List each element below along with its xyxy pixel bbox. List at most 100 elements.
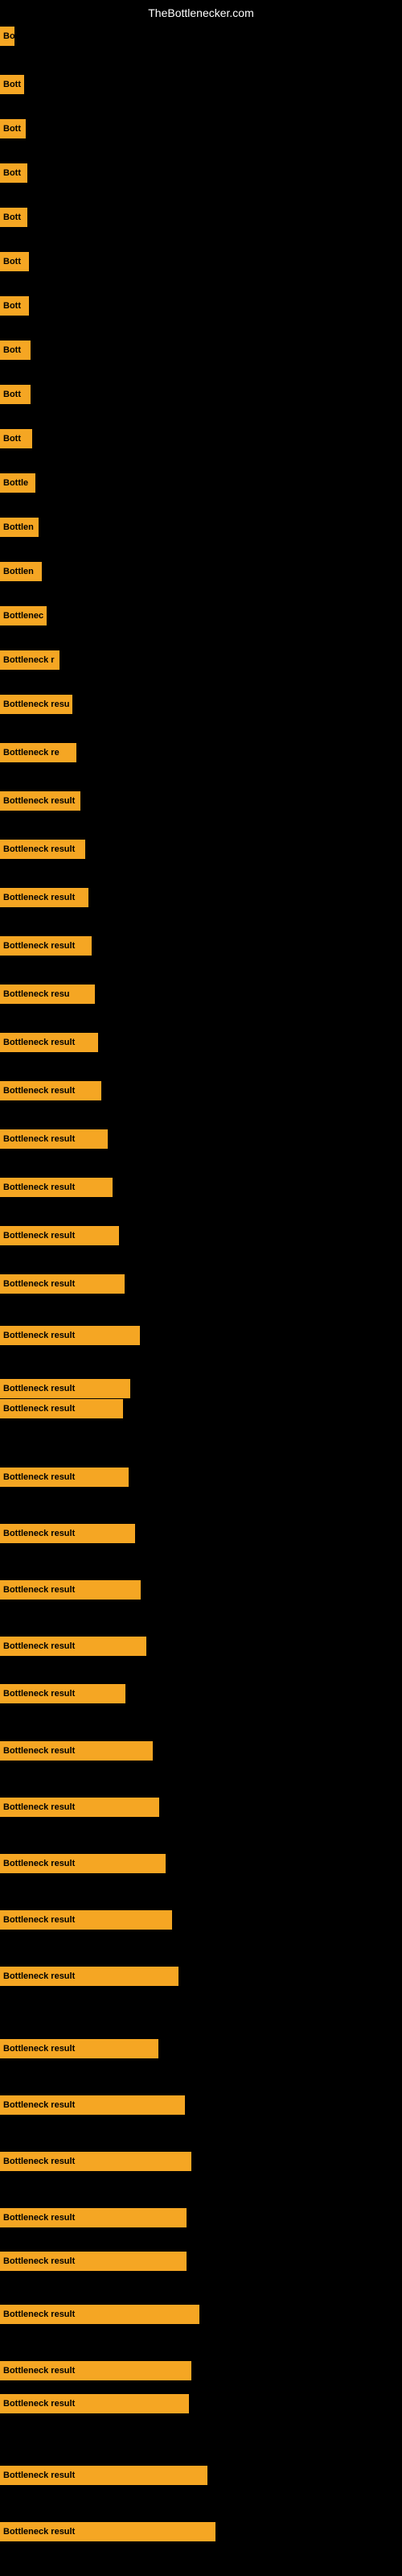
bar-label: Bottleneck result	[3, 2157, 75, 2166]
bar-label: Bottleneck result	[3, 844, 75, 854]
bottleneck-bar: Bottleneck r	[0, 650, 59, 670]
bar-row: Bott	[0, 338, 39, 362]
bar-row: Bott	[0, 382, 39, 407]
bar-row: Bottleneck result	[0, 1682, 133, 1706]
bottleneck-bar: Bott	[0, 385, 31, 404]
bottleneck-bar: Bottleneck result	[0, 1129, 108, 1149]
site-title: TheBottlenecker.com	[148, 6, 254, 19]
bar-row: Bottleneck result	[0, 886, 96, 910]
bar-label: Bottle	[3, 478, 28, 488]
bar-label: Bottleneck result	[3, 893, 75, 902]
bar-label: Bottleneck result	[3, 941, 75, 951]
bottleneck-bar: Bottleneck result	[0, 791, 80, 811]
bar-label: Bott	[3, 80, 21, 89]
bar-row: Bottleneck result	[0, 2249, 195, 2273]
bar-label: Bott	[3, 257, 21, 266]
bottleneck-bar: Bottleneck result	[0, 2208, 187, 2227]
bar-row: Bottlenec	[0, 604, 55, 628]
bottleneck-bar: Bott	[0, 429, 32, 448]
bar-label: Bottleneck result	[3, 2213, 75, 2223]
bar-row: Bottleneck re	[0, 741, 84, 765]
bar-label: Bottleneck result	[3, 1802, 75, 1812]
bar-row: Bottleneck result	[0, 1397, 131, 1421]
bar-label: Bott	[3, 301, 21, 311]
bar-row: Bottleneck result	[0, 837, 93, 861]
bar-row: Bottlen	[0, 559, 50, 584]
bottleneck-bar: Bottleneck result	[0, 2039, 158, 2058]
bottleneck-bar: Bottleneck result	[0, 1854, 166, 1873]
bar-row: Bottleneck result	[0, 2359, 199, 2383]
bar-row: Bottleneck result	[0, 2520, 224, 2544]
bar-label: Bottleneck result	[3, 2366, 75, 2376]
bottleneck-bar: Bottleneck result	[0, 1379, 130, 1398]
bar-row: Bottleneck result	[0, 1272, 133, 1296]
bar-row: Bottleneck result	[0, 2463, 215, 2487]
bottleneck-bar: Bottleneck result	[0, 1468, 129, 1487]
bar-label: Bottleneck result	[3, 1183, 75, 1192]
bar-row: Bottleneck result	[0, 1852, 174, 1876]
bar-label: Bottleneck resu	[3, 989, 70, 999]
bar-label: Bottleneck result	[3, 1384, 75, 1393]
bar-row: Bott	[0, 250, 37, 274]
bottleneck-bar: Bottleneck result	[0, 1399, 123, 1418]
bottleneck-bar: Bottleneck result	[0, 1684, 125, 1703]
bottleneck-bar: Bottlen	[0, 518, 39, 537]
bar-label: Bottleneck result	[3, 1472, 75, 1482]
bar-label: Bott	[3, 124, 21, 134]
bottleneck-bar: Bottleneck result	[0, 2522, 215, 2541]
bar-label: Bottleneck result	[3, 1404, 75, 1414]
bar-label: Bott	[3, 213, 21, 222]
bottleneck-bar: Bottleneck result	[0, 1910, 172, 1930]
bottleneck-bar: Bott	[0, 296, 29, 316]
bar-label: Bottleneck result	[3, 2527, 75, 2537]
bar-label: Bott	[3, 168, 21, 178]
bottleneck-bar: Bott	[0, 163, 27, 183]
bar-row: Bottleneck result	[0, 2037, 166, 2061]
bottleneck-bar: Bottleneck result	[0, 936, 92, 956]
bar-label: Bottleneck re	[3, 748, 59, 758]
bar-row: Bottlen	[0, 515, 47, 539]
bar-label: Bo	[3, 31, 14, 41]
bar-label: Bottleneck result	[3, 1331, 75, 1340]
bottleneck-bar: Bottleneck result	[0, 1274, 125, 1294]
bottleneck-bar: Bottleneck resu	[0, 695, 72, 714]
bottleneck-bar: Bott	[0, 75, 24, 94]
bar-row: Bottleneck result	[0, 1079, 109, 1103]
bottleneck-bar: Bottleneck result	[0, 1741, 153, 1761]
bar-label: Bottleneck result	[3, 1038, 75, 1047]
bar-row: Bottleneck resu	[0, 692, 80, 716]
bottleneck-bar: Bottleneck result	[0, 1580, 141, 1600]
bar-row: Bottle	[0, 471, 43, 495]
bar-row: Bottleneck result	[0, 1578, 149, 1602]
bottleneck-bar: Bottleneck result	[0, 1081, 101, 1100]
bar-label: Bottlen	[3, 567, 34, 576]
bar-label: Bottleneck result	[3, 1859, 75, 1868]
bar-label: Bott	[3, 345, 21, 355]
bar-label: Bottleneck result	[3, 1746, 75, 1756]
bar-row: Bottleneck result	[0, 934, 100, 958]
bottleneck-bar: Bott	[0, 252, 29, 271]
bar-label: Bottlen	[3, 522, 34, 532]
bar-row: Bottleneck result	[0, 789, 88, 813]
bottleneck-bar: Bottleneck result	[0, 2095, 185, 2115]
bar-row: Bottleneck result	[0, 1224, 127, 1248]
bar-label: Bottleneck result	[3, 2256, 75, 2266]
bar-label: Bottleneck result	[3, 1915, 75, 1925]
bar-row: Bott	[0, 161, 35, 185]
bar-label: Bottleneck result	[3, 1086, 75, 1096]
bar-label: Bottleneck result	[3, 2471, 75, 2480]
bar-row: Bott	[0, 427, 40, 451]
bottleneck-bar: Bottleneck resu	[0, 985, 95, 1004]
bottleneck-bar: Bott	[0, 208, 27, 227]
bar-row: Bottleneck result	[0, 1908, 180, 1932]
bar-label: Bottleneck result	[3, 1585, 75, 1595]
bar-row: Bott	[0, 294, 37, 318]
bar-label: Bottleneck result	[3, 2100, 75, 2110]
bottleneck-bar: Bottleneck result	[0, 2394, 189, 2413]
bar-label: Bottleneck result	[3, 1689, 75, 1699]
bar-row: Bottleneck r	[0, 648, 68, 672]
bar-row: Bottleneck result	[0, 1323, 148, 1348]
bar-label: Bottleneck result	[3, 1971, 75, 1981]
bar-row: Bottleneck result	[0, 1175, 121, 1199]
bar-row: Bottleneck result	[0, 1465, 137, 1489]
